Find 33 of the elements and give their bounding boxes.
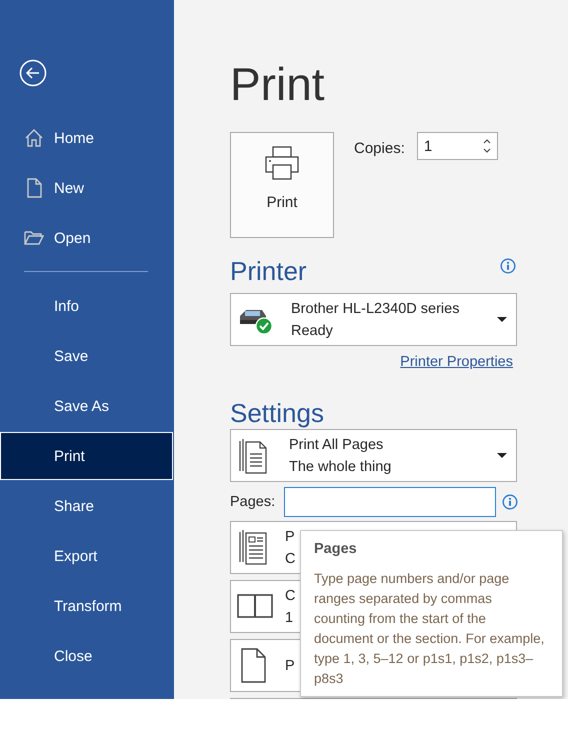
pages-field[interactable]	[284, 487, 496, 517]
info-icon	[500, 258, 516, 274]
tooltip-title: Pages	[314, 541, 358, 557]
printer-properties-link[interactable]: Printer Properties	[400, 354, 513, 370]
copies-label: Copies:	[354, 140, 405, 157]
page-title: Print	[230, 60, 326, 112]
nav-item[interactable]: Save As	[0, 382, 174, 430]
caret-icon	[497, 317, 507, 322]
home-icon	[24, 128, 44, 148]
info-icon	[502, 494, 518, 510]
nav-item[interactable]: Save	[0, 332, 174, 380]
nav-item[interactable]: Export	[0, 532, 174, 580]
nav-item[interactable]: Open	[0, 214, 174, 262]
nav-item[interactable]: Home	[0, 114, 174, 162]
printer-dropdown[interactable]: Brother HL-L2340D series Ready	[230, 293, 517, 346]
print-button[interactable]: Print	[230, 132, 334, 238]
nav-item[interactable]: Close	[0, 632, 174, 680]
printer-icon	[264, 146, 300, 180]
section-heading: Settings	[230, 398, 324, 429]
tooltip-text: Type page numbers and/or page ranges separated by commas counting from the start of the document or the section. For example, type 1, 3, 5–12 or p1s1, p1s2, p1s3–p8s3	[314, 570, 546, 688]
nav-item[interactable]: Transform	[0, 582, 174, 630]
nav-item[interactable]: New	[0, 164, 174, 212]
nav-item[interactable]: Info	[0, 282, 174, 330]
caret-icon	[497, 453, 507, 458]
nav-item[interactable]: Share	[0, 482, 174, 530]
copies-field[interactable]: 1	[416, 132, 498, 160]
print-range-dropdown[interactable]: Print All Pages The whole thing	[230, 429, 517, 482]
section-heading: Printer	[230, 256, 307, 287]
pages-icon	[237, 438, 269, 474]
pages-label: Pages:	[230, 494, 276, 510]
nav-item[interactable]: Print	[0, 432, 173, 480]
back-icon[interactable]	[19, 59, 47, 87]
spinner-arrows-icon	[482, 138, 491, 154]
